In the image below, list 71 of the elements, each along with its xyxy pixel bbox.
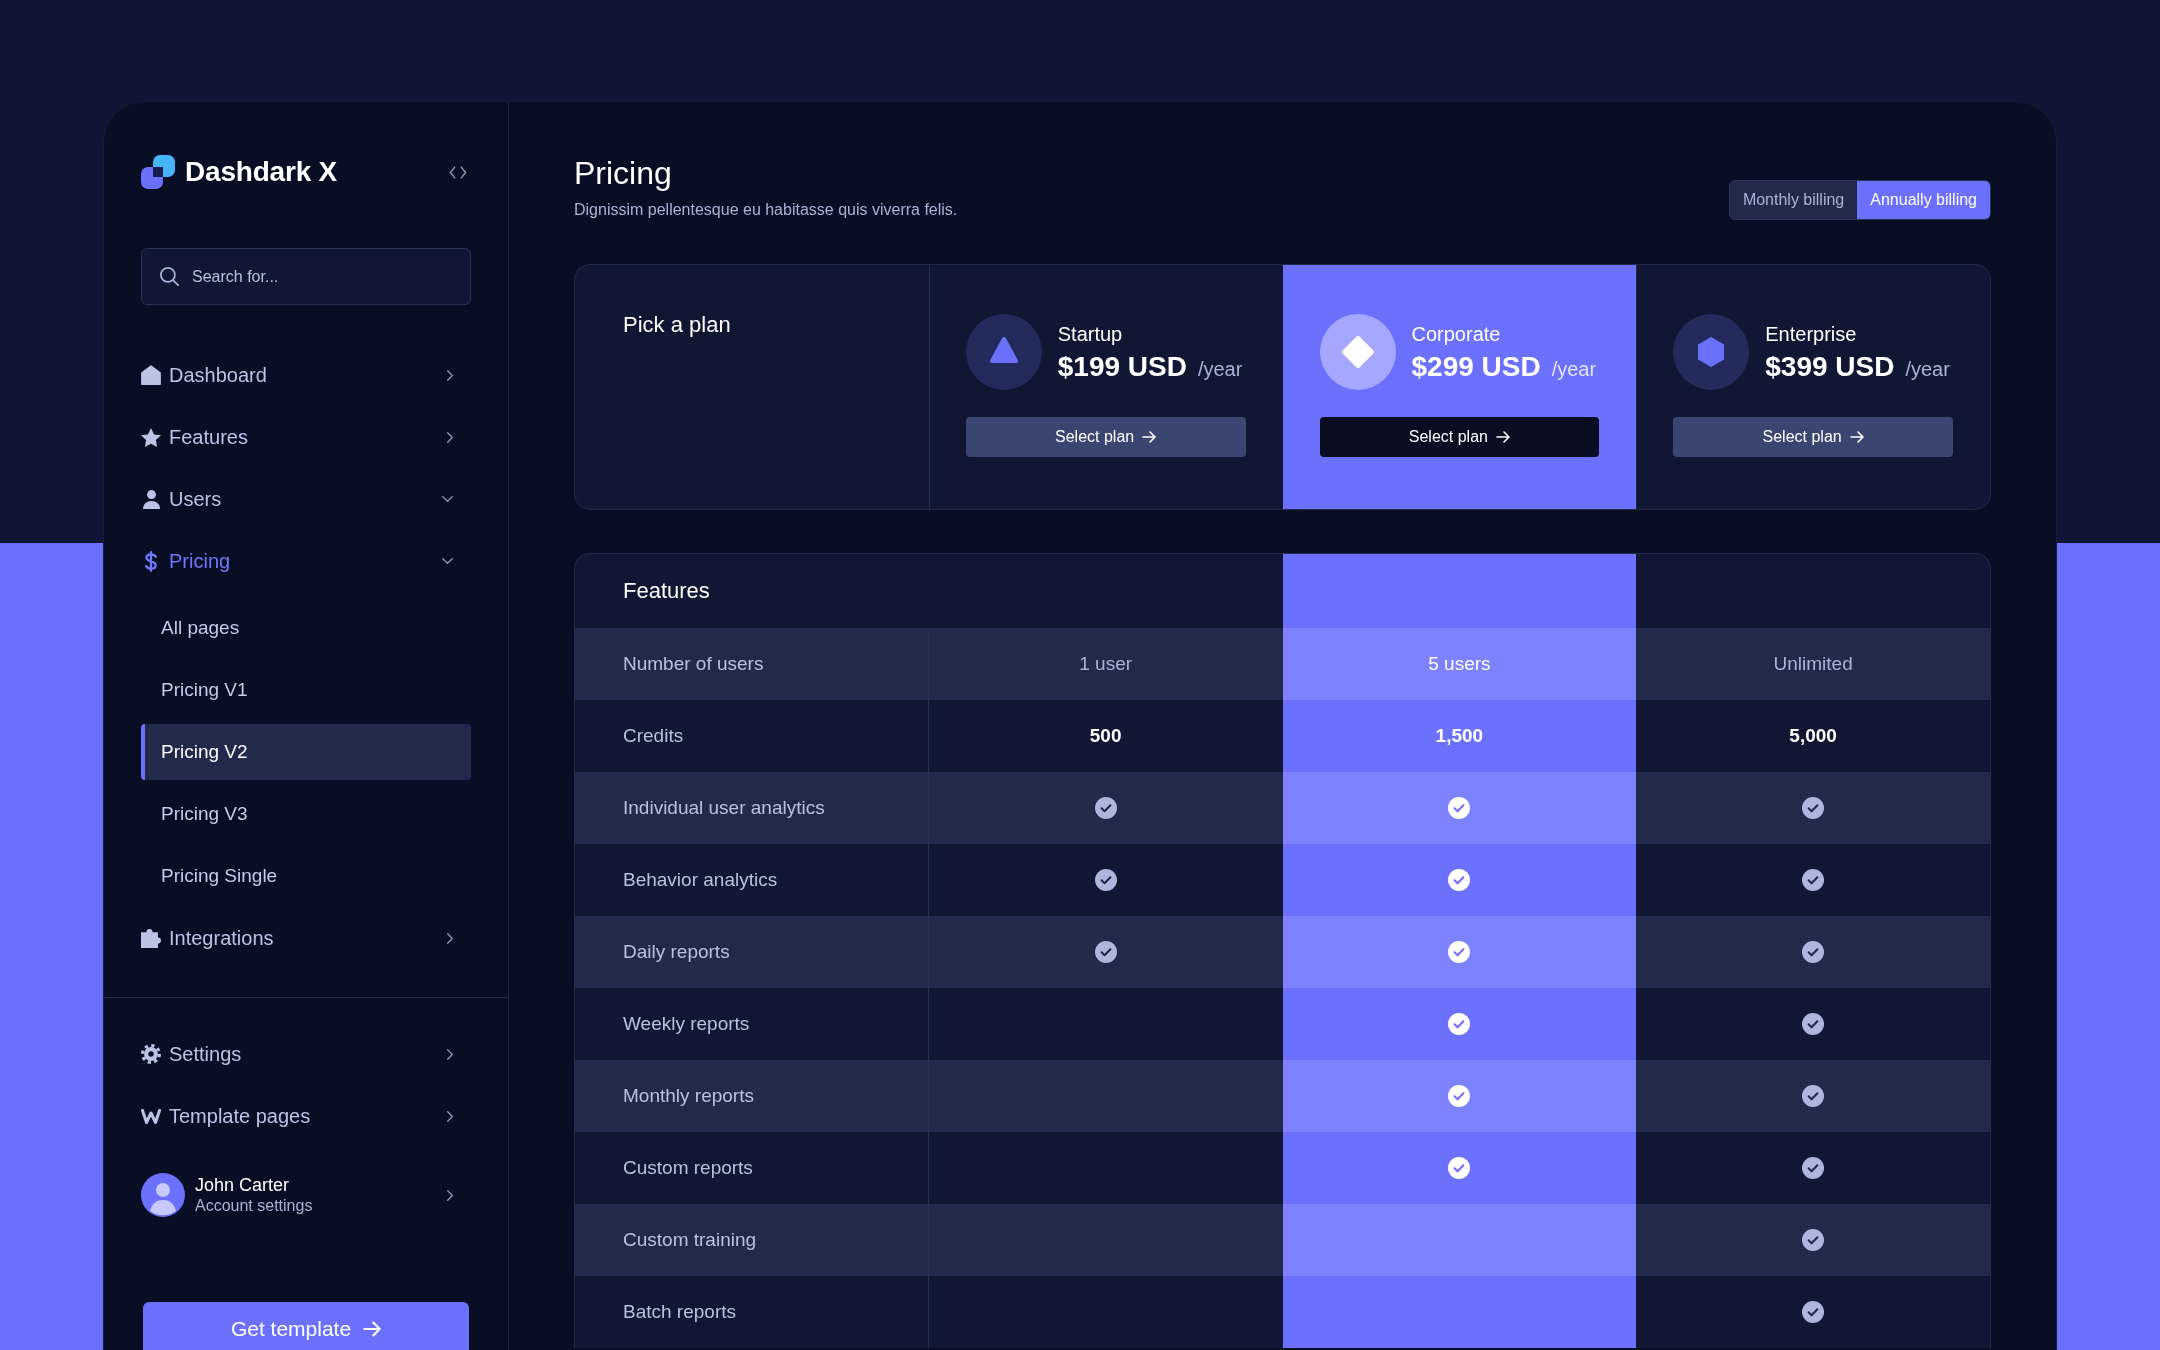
chevron-down-icon (442, 496, 453, 502)
nav-link[interactable]: Dashboard (141, 347, 471, 403)
nav-sublink[interactable]: Pricing V3 (141, 786, 471, 842)
nav-sublink[interactable]: Pricing Single (141, 848, 471, 904)
nav-sublink[interactable]: Pricing V2 (141, 724, 471, 780)
chevron-right-icon (447, 1048, 453, 1060)
page-subtitle: Dignissim pellentesque eu habitasse quis viverra felis. (574, 200, 958, 220)
chevron-right-icon (447, 369, 453, 381)
dollar-icon (145, 550, 157, 572)
arrow-right-icon (1495, 431, 1510, 443)
table-cell-text: 5,000 (1788, 724, 1838, 748)
table-cell: 1,500 (1282, 700, 1637, 772)
billing-option[interactable]: Monthly billing (1729, 181, 1858, 219)
w-mark-icon (141, 1108, 161, 1124)
select-plan-button[interactable]: Select plan (1319, 417, 1600, 457)
table-cell-text: 500 (1088, 724, 1123, 748)
select-plan-button[interactable]: Select plan (965, 417, 1246, 457)
plan-name: Corporate (1411, 322, 1501, 346)
nav-link[interactable]: Users (141, 471, 471, 527)
star-icon (141, 427, 161, 447)
chevron-right-icon (447, 1110, 453, 1122)
double-chevron-icon[interactable] (449, 165, 467, 179)
table-cell: Custom training (575, 1204, 929, 1276)
table-cell-text: Unlimited (1772, 652, 1854, 676)
table-cell: 5 users (1282, 628, 1637, 700)
chevron-right-icon (447, 431, 453, 443)
user-icon (142, 489, 160, 509)
table-cell: Monthly reports (575, 1060, 929, 1132)
price-period: /year (1197, 358, 1243, 381)
table-cell: Daily reports (575, 916, 929, 988)
arrow-right-icon (363, 1321, 382, 1337)
table-cell: Number of users (575, 628, 929, 700)
avatar-icon (141, 1173, 185, 1217)
chevron-down-icon (442, 558, 453, 564)
page-title: Pricing (574, 154, 672, 192)
billing-option[interactable]: Annually billing (1857, 181, 1990, 219)
plan-name: Startup (1057, 322, 1123, 346)
nav-link[interactable]: Integrations (141, 910, 471, 966)
account-subtitle: Account settings (195, 1196, 313, 1216)
settings-icon (141, 1044, 161, 1064)
home-icon (141, 365, 161, 385)
nav-link[interactable]: Features (141, 409, 471, 465)
table-cell: Individual user analytics (575, 772, 929, 844)
table-cell: Batch reports (575, 1276, 929, 1348)
nav-link[interactable]: Settings (141, 1026, 471, 1082)
select-plan-button[interactable]: Select plan (1673, 417, 1953, 457)
chevron-right-icon (447, 1189, 453, 1201)
table-cell-text: 1 user (1078, 652, 1134, 676)
arrow-right-icon (1849, 431, 1864, 443)
puzzle-icon (141, 928, 161, 948)
nav-link[interactable]: Pricing (141, 533, 471, 589)
logo-icon (141, 155, 175, 189)
plan-price: $399 USD (1765, 350, 1895, 384)
plan-price: $199 USD (1057, 350, 1187, 384)
section-heading: Pick a plan (623, 312, 731, 337)
price-period: /year (1551, 358, 1597, 381)
user-name: John Carter (195, 1174, 290, 1196)
search-field[interactable]: Search for... (141, 248, 471, 305)
account-menu[interactable]: John Carter Account settings (141, 1167, 471, 1223)
nav-sublink[interactable]: All pages (141, 600, 471, 656)
table-heading: Features (623, 578, 710, 604)
nav-sublink[interactable]: Pricing V1 (141, 662, 471, 718)
arrow-right-icon (1142, 431, 1157, 443)
get-template-button[interactable]: Get template (143, 1302, 469, 1350)
plan-name: Enterprise (1765, 322, 1857, 346)
search-icon (160, 267, 179, 286)
price-period: /year (1905, 358, 1950, 381)
plan-price: $299 USD (1411, 350, 1541, 384)
nav-link[interactable]: Template pages (141, 1088, 471, 1144)
brand-name: Dashdark X (185, 156, 338, 188)
chevron-right-icon (447, 932, 453, 944)
